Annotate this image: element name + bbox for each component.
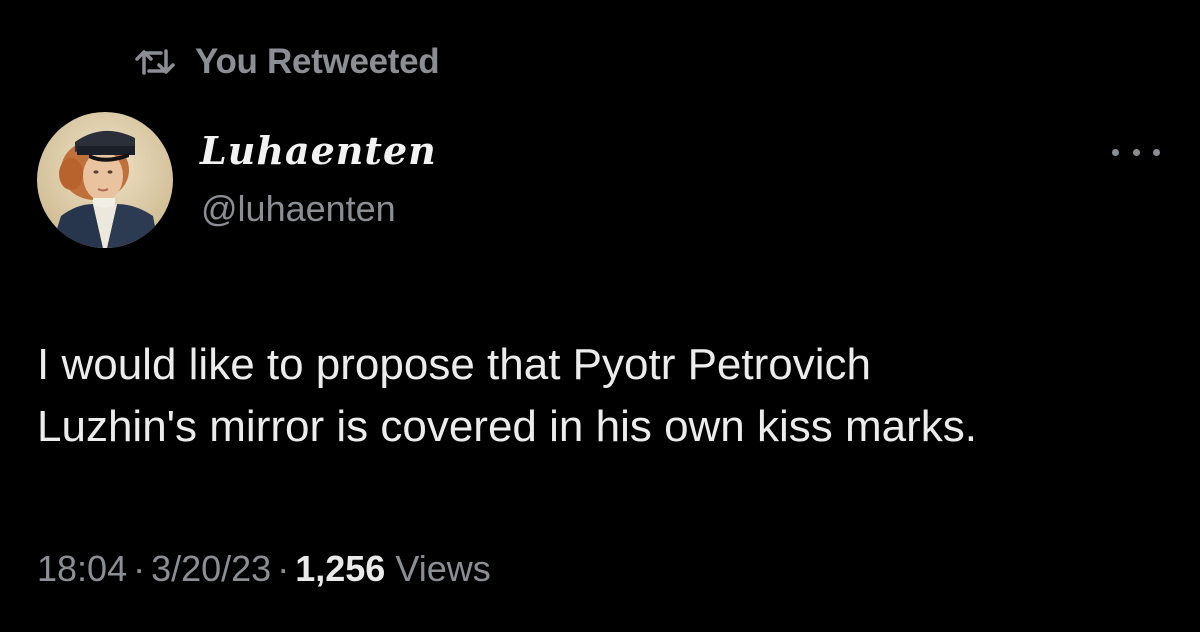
retweet-label: You Retweeted <box>195 42 440 81</box>
author-handle[interactable]: @luhaenten <box>201 188 396 230</box>
tweet-time[interactable]: 18:04 <box>37 548 127 589</box>
retweet-icon <box>135 47 175 77</box>
tweet-text: I would like to propose that Pyotr Petro… <box>37 334 1177 458</box>
more-dot <box>1112 148 1119 156</box>
retweet-banner: You Retweeted <box>135 40 440 84</box>
views-count: 1,256 <box>295 548 386 589</box>
views-label[interactable]: Views <box>395 548 490 589</box>
tweet-text-line: Luzhin's mirror is covered in his own ki… <box>37 402 978 451</box>
tweet[interactable]: You Retweeted Luhaenten @luhaenten I wou… <box>0 0 1200 632</box>
tweet-date[interactable]: 3/20/23 <box>151 548 271 589</box>
author-display-name[interactable]: Luhaenten <box>200 128 437 173</box>
tweet-meta: 18:04 · 3/20/23 · 1,256 Views <box>37 548 491 590</box>
meta-separator: · <box>133 548 146 589</box>
avatar[interactable] <box>37 112 173 248</box>
more-dot <box>1153 148 1160 156</box>
more-options-icon[interactable] <box>1112 140 1160 164</box>
more-dot <box>1132 148 1140 156</box>
meta-separator: · <box>277 548 290 589</box>
tweet-text-line: I would like to propose that Pyotr Petro… <box>37 340 871 389</box>
